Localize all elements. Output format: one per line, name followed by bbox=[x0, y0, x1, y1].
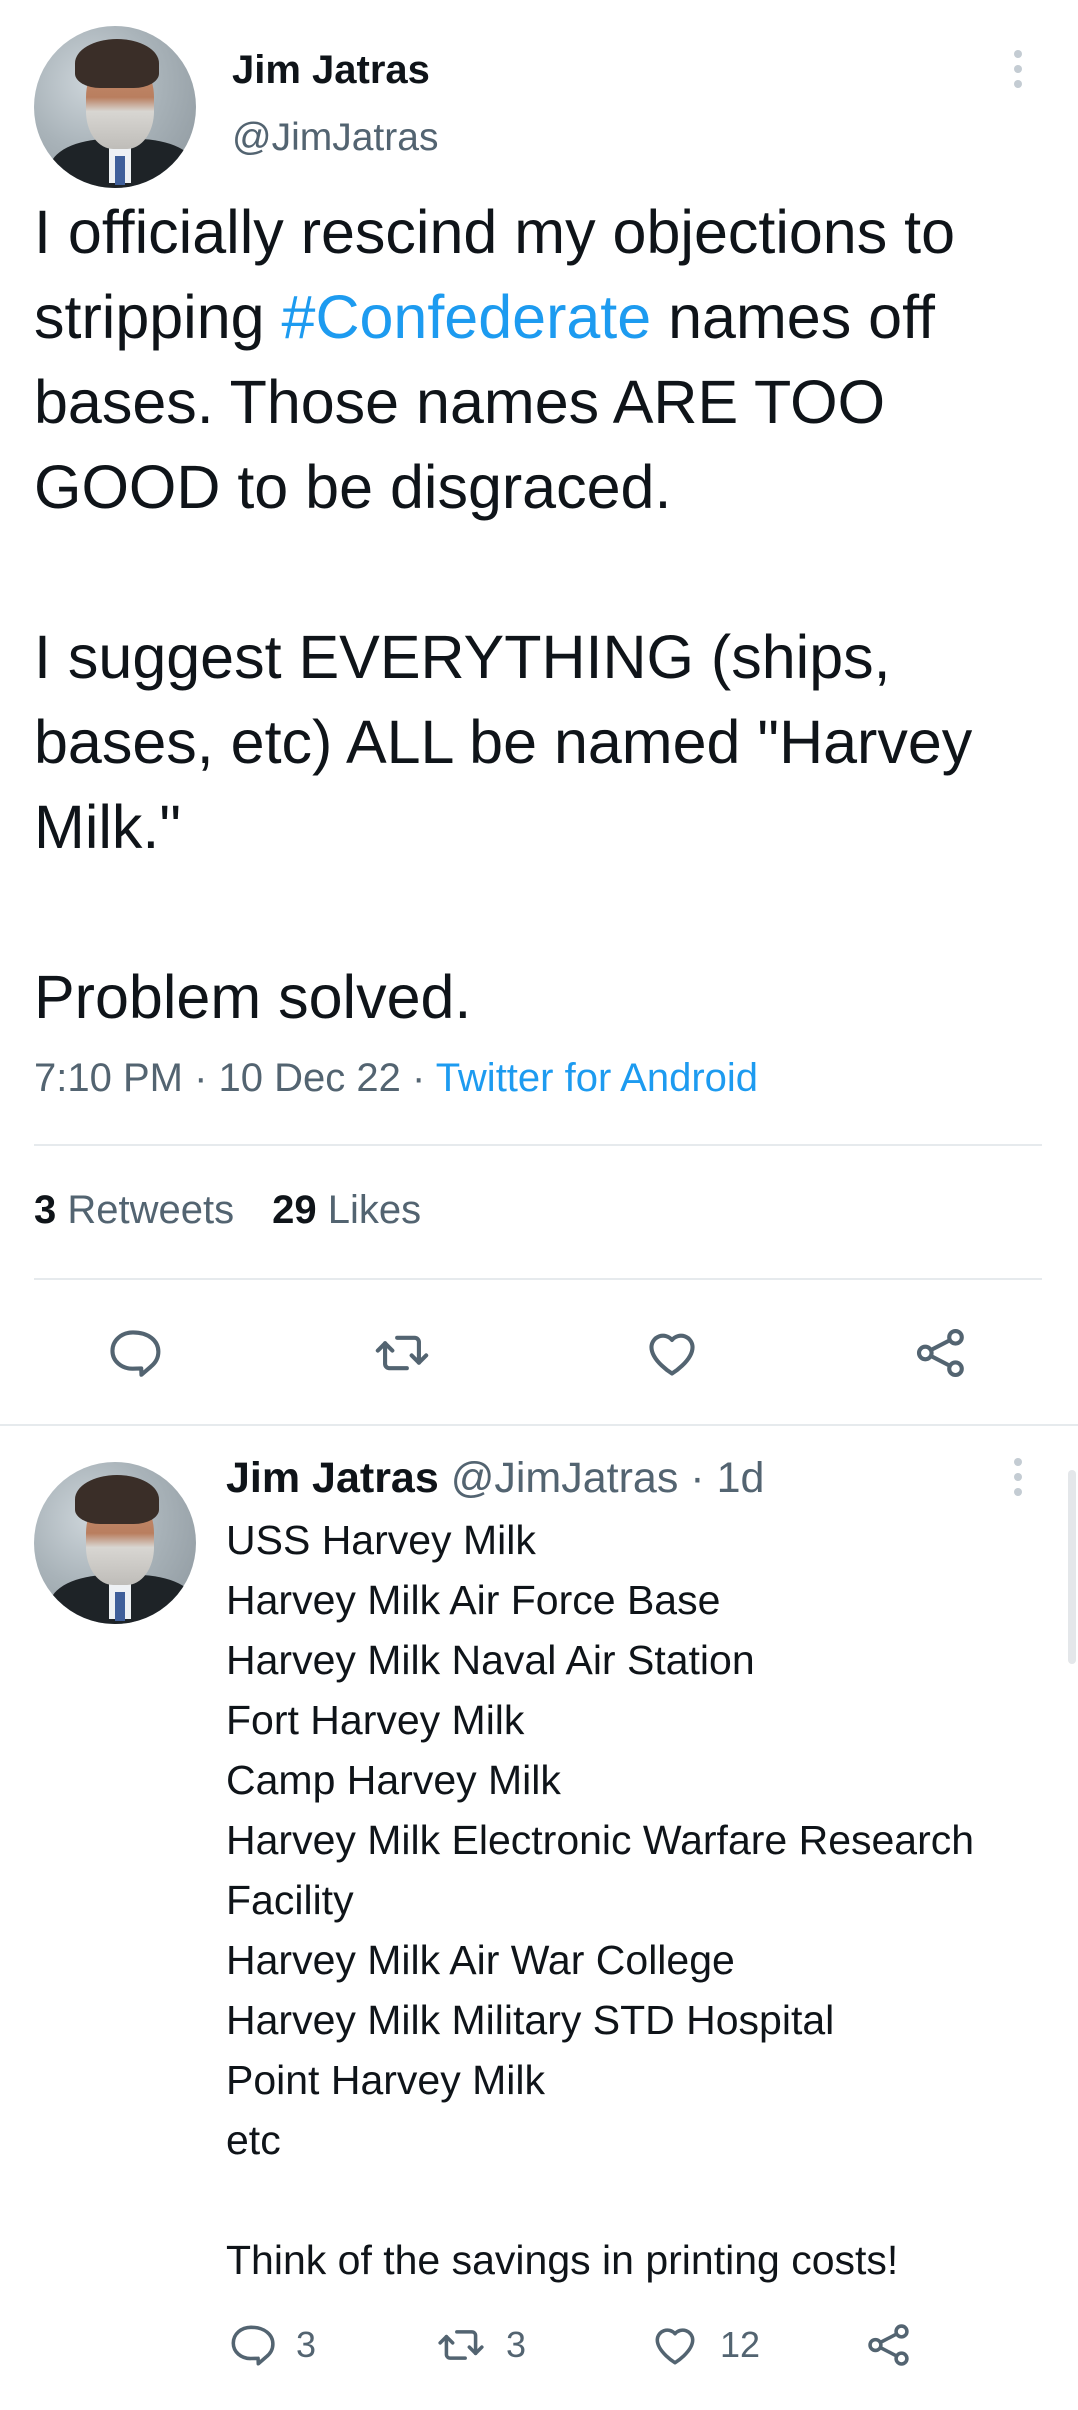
tweet-date: 10 Dec 22 bbox=[218, 1056, 401, 1100]
avatar-tie-shape bbox=[115, 1591, 125, 1621]
tweet-metadata: 7:10 PM · 10 Dec 22 · Twitter for Androi… bbox=[34, 1056, 758, 1101]
share-nodes-icon bbox=[916, 1328, 964, 1378]
reply-line: etc bbox=[226, 2117, 281, 2163]
reply-line: Fort Harvey Milk bbox=[226, 1697, 525, 1743]
avatar-hair-shape bbox=[74, 38, 159, 88]
reply-like-button[interactable]: 12 bbox=[650, 2320, 760, 2370]
more-vertical-icon[interactable] bbox=[1000, 50, 1036, 94]
reply-count: 3 bbox=[296, 2324, 317, 2365]
like-button[interactable] bbox=[637, 1318, 707, 1388]
heart-outline-icon bbox=[655, 2328, 695, 2365]
author-handle[interactable]: @JimJatras bbox=[232, 116, 438, 160]
meta-separator: · bbox=[400, 1056, 436, 1100]
reply-line: Harvey Milk Air Force Base bbox=[226, 1577, 721, 1623]
reply-line: USS Harvey Milk bbox=[226, 1517, 536, 1563]
meta-separator: · bbox=[182, 1056, 219, 1100]
like-count: 29 bbox=[272, 1188, 317, 1232]
reply-closing: Think of the savings in printing costs! bbox=[226, 2237, 899, 2283]
share-button[interactable] bbox=[906, 1318, 976, 1388]
share-nodes-icon bbox=[868, 2324, 909, 2366]
reply-reply-button[interactable]: 3 bbox=[226, 2320, 316, 2370]
reply-author-name[interactable]: Jim Jatras bbox=[226, 1454, 439, 1502]
divider bbox=[0, 1424, 1078, 1426]
hashtag-link[interactable]: #Confederate bbox=[282, 283, 652, 351]
reply-text: USS Harvey Milk Harvey Milk Air Force Ba… bbox=[226, 1510, 1066, 2290]
reply-button[interactable] bbox=[98, 1318, 168, 1388]
heart-outline-icon bbox=[649, 1333, 695, 1376]
reply-share-button[interactable] bbox=[864, 2320, 934, 2370]
more-vertical-icon[interactable] bbox=[1000, 1458, 1036, 1502]
reply-line: Harvey Milk Military STD Hospital bbox=[226, 1997, 835, 2043]
speech-bubble-icon bbox=[110, 1330, 161, 1377]
tweet-text: I officially rescind my objections to st… bbox=[34, 190, 1054, 1040]
reply-author-avatar[interactable] bbox=[34, 1462, 196, 1624]
like-label: Likes bbox=[327, 1188, 422, 1232]
likes-stat[interactable]: 29 Likes bbox=[272, 1188, 421, 1232]
tweet-text-rest: names off bases. Those names ARE TOO GOO… bbox=[34, 283, 973, 1031]
tweet-source-link[interactable]: Twitter for Android bbox=[436, 1056, 758, 1100]
avatar-hair-shape bbox=[74, 1474, 159, 1524]
tweet-time: 7:10 PM bbox=[34, 1056, 183, 1100]
reply-like-count: 12 bbox=[720, 2324, 761, 2365]
reply-header: Jim Jatras @JimJatras · 1d bbox=[226, 1454, 764, 1503]
retweet-count: 3 bbox=[34, 1188, 57, 1232]
reply-line: Harvey Milk Air War College bbox=[226, 1937, 735, 1983]
engagement-stats: 3 Retweets 29 Likes bbox=[34, 1188, 421, 1233]
scrollbar[interactable] bbox=[1068, 1470, 1076, 1664]
reply-retweet-button[interactable]: 3 bbox=[436, 2320, 526, 2370]
speech-bubble-icon bbox=[231, 2325, 275, 2366]
author-name[interactable]: Jim Jatras bbox=[232, 48, 430, 93]
retweet-arrows-icon bbox=[438, 2330, 484, 2360]
divider bbox=[34, 1144, 1042, 1146]
reply-retweet-count: 3 bbox=[506, 2324, 527, 2365]
reply-age: · 1d bbox=[690, 1454, 765, 1502]
author-avatar[interactable] bbox=[34, 26, 196, 188]
reply-line: Harvey Milk Electronic Warfare Research … bbox=[226, 1817, 975, 1923]
reply-line: Camp Harvey Milk bbox=[226, 1757, 561, 1803]
reply-line: Point Harvey Milk bbox=[226, 2057, 545, 2103]
retweet-label: Retweets bbox=[67, 1188, 235, 1232]
divider bbox=[34, 1278, 1042, 1280]
retweets-stat[interactable]: 3 Retweets bbox=[34, 1188, 234, 1232]
reply-author-handle[interactable]: @JimJatras bbox=[451, 1454, 679, 1502]
retweet-arrows-icon bbox=[375, 1335, 429, 1371]
retweet-button[interactable] bbox=[367, 1318, 437, 1388]
reply-line: Harvey Milk Naval Air Station bbox=[226, 1637, 755, 1683]
avatar-tie-shape bbox=[115, 155, 125, 185]
